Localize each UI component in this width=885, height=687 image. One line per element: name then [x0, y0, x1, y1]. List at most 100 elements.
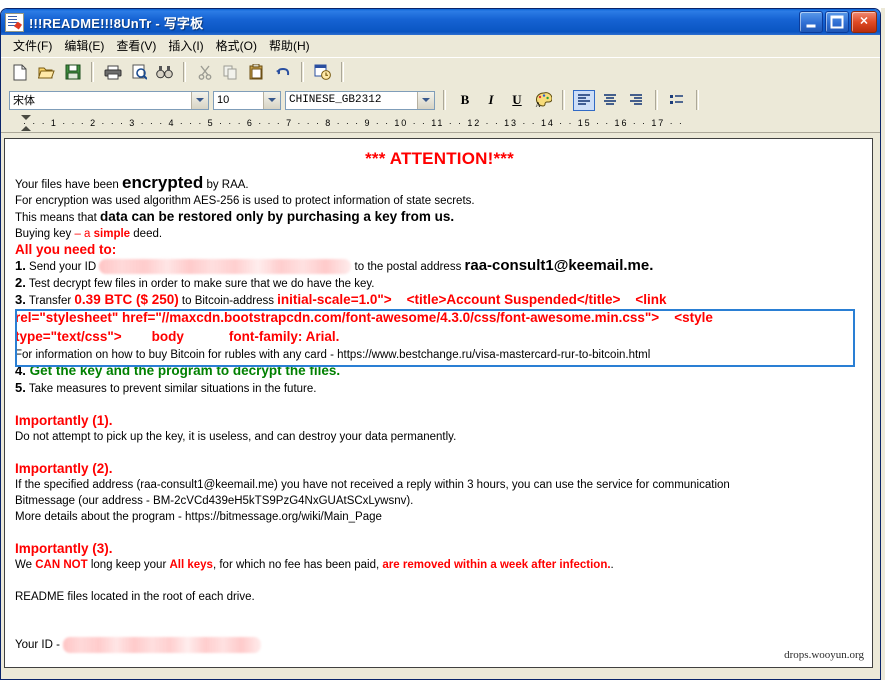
chevron-down-icon[interactable]: [191, 91, 208, 109]
line-encrypted: Your files have been encrypted by RAA.: [15, 173, 864, 193]
open-folder-glyph: [38, 67, 55, 78]
line1-post: by RAA.: [203, 179, 249, 191]
toolbar-separator-3: [301, 62, 304, 82]
imp3-cannot: CAN NOT: [35, 559, 88, 571]
print-glyph: [104, 65, 121, 79]
step-4: 4. Get the key and the program to decryp…: [15, 363, 864, 380]
step1-email: raa-consult1@keemail.me.: [464, 257, 654, 274]
document-canvas[interactable]: *** ATTENTION!*** Your files have been e…: [4, 138, 873, 668]
align-left-button[interactable]: [573, 89, 595, 111]
all-you-need-heading: All you need to:: [15, 242, 117, 257]
line3-pre: This means that: [15, 212, 101, 224]
align-right-button[interactable]: [625, 90, 647, 111]
chevron-down-icon-size[interactable]: [263, 91, 280, 109]
open-folder-icon[interactable]: [35, 61, 58, 83]
redacted-id-bottom: [63, 637, 262, 653]
watermark-text: drops.wooyun.org: [784, 649, 864, 661]
codebox-line-3: type="text/css"> body font-family: Arial…: [15, 329, 340, 344]
menu-help[interactable]: 帮助(H): [265, 35, 318, 56]
step3-pre: Transfer: [25, 295, 75, 307]
italic-button[interactable]: I: [480, 90, 502, 111]
bullet-list-button[interactable]: [666, 90, 688, 111]
step3-amount: 0.39 BTC ($ 250): [74, 292, 179, 307]
step2-number: 2.: [15, 275, 26, 290]
line-aes: For encryption was used algorithm AES-25…: [15, 195, 475, 207]
line-buying-key: Buying key – a simple deed.: [15, 226, 864, 242]
imp3-pre: We: [15, 559, 36, 571]
readme-location-line: README files located in the root of each…: [15, 591, 255, 603]
align-center-button[interactable]: [599, 90, 621, 111]
bullet-list-icon: [670, 95, 683, 104]
screenshot-root: !!!README!!!8UnTr - 写字板 ✕ 文件(F) 编辑(E) 查看…: [0, 0, 885, 687]
menu-file[interactable]: 文件(F): [9, 35, 60, 56]
date-time-glyph: [314, 64, 331, 80]
paste-icon[interactable]: [245, 61, 268, 83]
line1-pre: Your files have been: [15, 179, 122, 191]
imp3-mid: long keep your: [87, 559, 170, 571]
print-preview-icon[interactable]: [127, 61, 150, 83]
cut-icon[interactable]: [193, 61, 216, 83]
chevron-down-icon-script[interactable]: [417, 91, 434, 109]
wordpad-document-icon: [5, 12, 24, 32]
line3-bold: data can be restored only by purchasing …: [100, 209, 455, 224]
menu-format[interactable]: 格式(O): [212, 35, 265, 56]
format-separator: [443, 90, 446, 110]
menu-insert[interactable]: 插入(I): [164, 35, 211, 56]
italic-label: I: [488, 92, 494, 107]
print-icon[interactable]: [101, 61, 124, 83]
ruler-ticks: · · · 1 · · · 2 · · · 3 · · · 4 · · · 5 …: [23, 118, 684, 128]
ruler[interactable]: · · · 1 · · · 2 · · · 3 · · · 4 · · · 5 …: [1, 114, 880, 133]
menu-view[interactable]: 查看(V): [112, 35, 164, 56]
window-titlebar: !!!README!!!8UnTr - 写字板 ✕: [1, 9, 880, 35]
copy-icon[interactable]: [219, 61, 242, 83]
bold-button[interactable]: B: [454, 90, 476, 111]
font-size-combo[interactable]: 10: [213, 90, 281, 110]
importantly-2-body-2: Bitmessage (our address - BM-2cVCd439eH5…: [15, 495, 414, 507]
minimize-button[interactable]: [799, 11, 823, 33]
toolbar-separator: [91, 62, 94, 82]
line4-simple: simple: [93, 228, 131, 240]
save-glyph: [65, 64, 80, 80]
maximize-button[interactable]: [825, 11, 849, 33]
window-title: !!!README!!!8UnTr - 写字板: [29, 15, 204, 31]
close-button[interactable]: ✕: [851, 11, 877, 33]
align-left-icon: [578, 94, 590, 105]
menu-edit[interactable]: 编辑(E): [60, 35, 112, 56]
font-color-button[interactable]: A: [532, 90, 554, 111]
step1-mid: to the postal address: [351, 261, 465, 273]
importantly-3-heading: Importantly (3).: [15, 541, 113, 556]
font-family-combo[interactable]: 宋体: [9, 90, 209, 110]
undo-icon[interactable]: [271, 61, 294, 83]
save-icon[interactable]: [61, 61, 84, 83]
underline-button[interactable]: U: [506, 90, 528, 111]
cut-glyph: [198, 65, 211, 80]
importantly-1-body: Do not attempt to pick up the key, it is…: [15, 431, 457, 443]
new-document-icon[interactable]: [9, 61, 32, 83]
step-2: 2. Test decrypt few files in order to ma…: [15, 275, 864, 292]
script-combo[interactable]: CHINESE_GB2312: [285, 90, 435, 110]
line1-encrypted-word: encrypted: [122, 173, 204, 192]
importantly-2-heading: Importantly (2).: [15, 461, 113, 476]
toolbar-separator-4: [341, 62, 344, 82]
line4-dash: –: [74, 228, 85, 240]
find-icon[interactable]: [153, 61, 176, 83]
info-bestchange-line: For information on how to buy Bitcoin fo…: [15, 349, 651, 361]
imp3-mid2: , for which no fee has been paid,: [212, 559, 383, 571]
toolbar-separator-2: [183, 62, 186, 82]
font-size-value: 10: [217, 94, 230, 106]
paste-glyph: [249, 64, 263, 80]
font-family-value: 宋体: [13, 95, 35, 107]
line-restore: This means that data can be restored onl…: [15, 209, 864, 226]
undo-glyph: [275, 67, 289, 76]
step3-number: 3.: [15, 292, 26, 307]
date-time-icon[interactable]: [311, 61, 334, 83]
redacted-id-inline: [99, 259, 352, 275]
svg-text:A: A: [535, 101, 540, 108]
step4-number: 4.: [15, 363, 26, 378]
align-center-icon: [604, 94, 616, 105]
print-preview-glyph: [132, 64, 147, 80]
importantly-2-body-1: If the specified address (raa-consult1@k…: [15, 479, 730, 491]
